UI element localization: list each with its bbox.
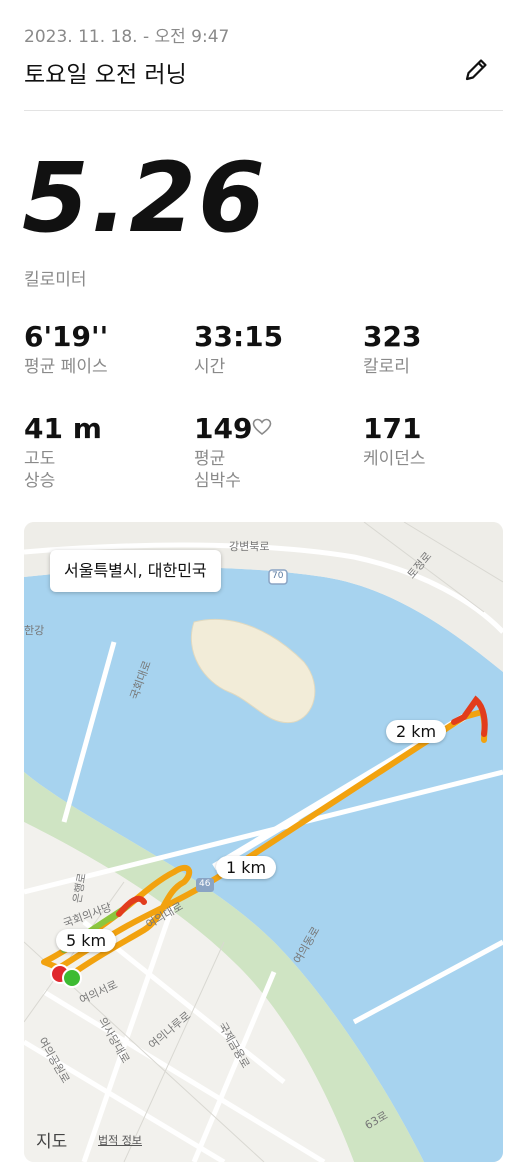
shield-label-70: 70 — [272, 571, 284, 581]
map-canvas — [24, 522, 503, 1162]
km-marker-5: 5 km — [56, 929, 117, 952]
street-label-gangbyeon: 강변북로 — [229, 540, 270, 553]
date-text: 2023. 11. 18. - 오전 9:47 — [24, 27, 230, 47]
pace-value: 6'19'' — [24, 320, 109, 353]
heart-rate-label-1: 평균 — [194, 449, 226, 469]
apple-maps-logo: 지도 — [36, 1127, 67, 1152]
start-marker — [62, 968, 82, 988]
activity-title: 토요일 오전 러닝 — [24, 62, 187, 88]
km-marker-1: 1 km — [216, 856, 277, 879]
heart-rate-value: 149 — [194, 412, 253, 445]
elevation-value: 41 m — [24, 412, 102, 445]
elevation-label-2: 상승 — [24, 471, 56, 491]
pace-label: 평균 페이스 — [24, 357, 108, 377]
maps-provider-text: 지도 — [36, 1132, 68, 1152]
distance-value: 5.26 — [22, 142, 267, 254]
pencil-icon[interactable] — [462, 56, 490, 84]
cadence-value: 171 — [363, 412, 422, 445]
km-marker-2: 2 km — [386, 720, 447, 743]
calories-value: 323 — [363, 320, 422, 353]
route-map[interactable]: 서울특별시, 대한민국 2 km 1 km 5 km 강변북로 70 46 한강… — [24, 522, 503, 1162]
calories-label: 칼로리 — [363, 357, 410, 377]
distance-unit: 킬로미터 — [24, 270, 87, 290]
header-divider — [24, 110, 503, 111]
shield-label-46: 46 — [199, 879, 211, 889]
heart-icon — [252, 418, 272, 436]
location-chip[interactable]: 서울특별시, 대한민국 — [50, 550, 221, 592]
heart-rate-label-2: 심박수 — [194, 471, 241, 491]
elevation-label-1: 고도 — [24, 449, 56, 469]
time-label: 시간 — [194, 357, 226, 377]
time-value: 33:15 — [194, 320, 284, 353]
cadence-label: 케이던스 — [363, 449, 426, 469]
legal-link[interactable]: 법적 정보 — [98, 1132, 142, 1148]
street-label-hangang: 한강 — [24, 624, 45, 637]
